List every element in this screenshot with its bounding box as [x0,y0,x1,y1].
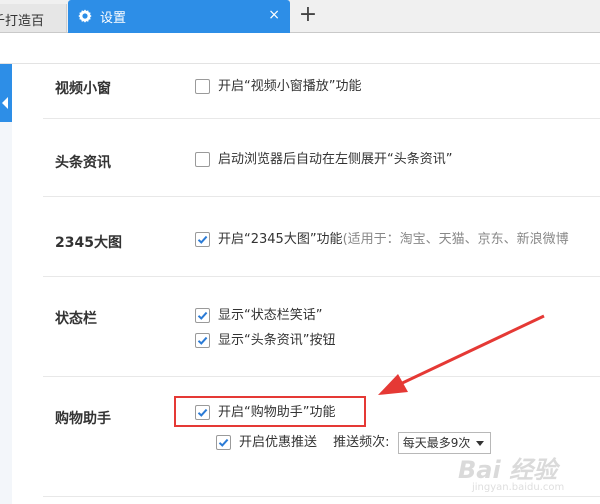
watermark-url: jingyan.baidu.com [472,482,565,493]
watermark-logo: Bai 经验 jingyan.baidu.com [452,448,592,500]
option-promo-push[interactable]: 开启优惠推送 推送频次: 每天最多9次 [216,432,492,454]
option-statusbar-news-button-label: 显示“头条资讯”按钮 [218,333,336,348]
option-bigimg[interactable]: 开启“2345大图”功能(适用于：淘宝、天猫、京东、新浪微博 [195,231,569,250]
option-video-popup[interactable]: 开启“视频小窗播放”功能 [195,78,361,97]
checkbox-bigimg[interactable] [195,231,210,247]
option-video-popup-label: 开启“视频小窗播放”功能 [218,79,362,94]
check-icon [197,336,208,345]
row-title-shopping: 购物助手 [55,411,111,427]
option-bigimg-label: 开启“2345大图”功能 [218,232,343,247]
settings-content: 视频小窗 开启“视频小窗播放”功能 头条资讯 启动浏览器后自动在左侧展开“头条资… [12,64,600,504]
option-statusbar-news-button[interactable]: 显示“头条资讯”按钮 [195,332,335,351]
checkbox-video-popup[interactable] [195,78,210,94]
tab-inactive-label: 千打造百 [0,14,45,29]
option-bigimg-note: (适用于：淘宝、天猫、京东、新浪微博 [342,232,569,247]
tab-settings[interactable]: 设置 × [68,0,290,33]
sidebar-item-active[interactable] [0,64,12,122]
option-news-auto-expand[interactable]: 启动浏览器后自动在左侧展开“头条资讯” [195,151,452,170]
tab-settings-label: 设置 [100,11,127,26]
browser-window: 千打造百 设置 × + 视频小窗 开启“视频小窗播放”功能 头条资讯 [0,0,600,504]
close-icon[interactable]: × [268,7,280,23]
checkbox-news-auto-expand[interactable] [195,151,210,167]
option-statusbar-joke-label: 显示“状态栏笑话” [218,308,323,323]
checkbox-promo-push[interactable] [216,434,231,450]
check-icon [197,235,208,244]
watermark-main: Bai 经验 [458,456,558,484]
tab-bar: 千打造百 设置 × + [0,0,600,33]
chevron-down-icon [476,441,485,446]
row-title-video: 视频小窗 [55,81,111,97]
option-promo-push-label: 开启优惠推送 [239,435,318,450]
push-frequency-label: 推送频次: [333,435,390,450]
checkbox-statusbar-joke[interactable] [195,307,210,323]
row-title-bigimg: 2345大图 [55,235,122,251]
row-title-statusbar: 状态栏 [55,311,97,327]
toolbar-area [0,33,600,64]
annotation-highlight-box [174,396,366,427]
option-statusbar-joke[interactable]: 显示“状态栏笑话” [195,307,322,326]
row-title-news: 头条资讯 [55,155,111,171]
plus-icon[interactable]: + [296,2,320,28]
gear-icon [77,8,93,24]
divider [43,118,600,119]
settings-sidebar [0,64,12,504]
option-news-auto-expand-label: 启动浏览器后自动在左侧展开“头条资讯” [218,152,453,167]
divider [43,276,600,277]
tab-inactive[interactable]: 千打造百 [0,4,67,32]
divider [43,196,600,197]
check-icon [218,438,229,447]
divider [43,376,600,377]
checkbox-statusbar-news-button[interactable] [195,332,210,348]
active-indicator-arrow [2,97,8,109]
check-icon [197,311,208,320]
